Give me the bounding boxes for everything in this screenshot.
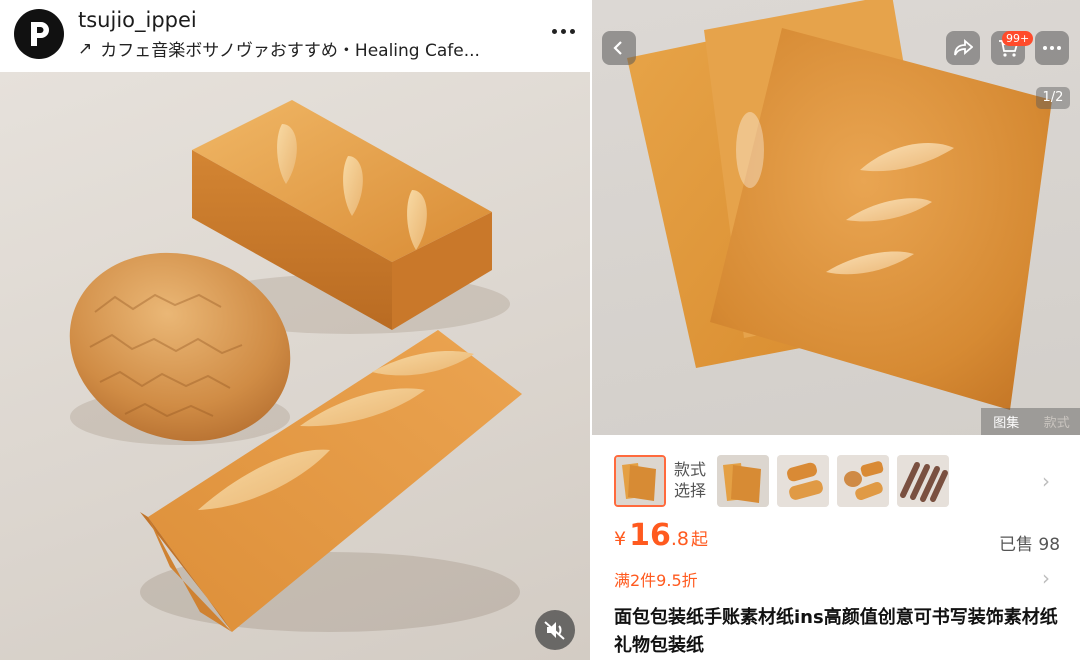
image-page-indicator: 1/2 [1036,87,1070,109]
dot-icon [1050,46,1054,50]
bread-wrapped-gifts-image [69,100,522,632]
share-button[interactable] [946,31,980,65]
style-selector-row[interactable]: 款式选择 › [592,451,1080,513]
price-suffix: 起 [690,530,708,550]
style-thumbnail[interactable] [837,455,889,507]
music-row[interactable]: ↗ カフェ音楽ボサノヴァおすすめ・Healing Cafe... [78,36,480,62]
style-thumbnail[interactable] [717,455,769,507]
dot-icon [569,28,575,34]
price-currency: ¥ [614,528,627,550]
price-decimal: .8 [670,528,689,550]
product-title: 面包包装纸手账素材纸ins高颜值创意可书写装饰素材纸礼物包装纸 [614,607,1058,656]
avatar[interactable] [14,9,64,59]
mute-button[interactable] [535,610,575,650]
style-select-label: 款式选择 [674,460,707,500]
share-arrow-icon [954,39,973,56]
social-post-panel: tsujio_ippei ↗ カフェ音楽ボサノヴァおすすめ・Healing Ca… [0,0,590,660]
chevron-right-icon[interactable]: › [1042,566,1050,590]
bread-trio-thumbnail [837,455,889,507]
bread-pair-thumbnail [777,455,829,507]
style-thumbnail-selected[interactable] [614,455,666,507]
sold-count: 已售 98 [999,535,1061,555]
chevron-right-icon[interactable]: › [1042,469,1050,493]
gallery-tabs: 图集 款式 [981,408,1080,435]
dot-icon [1057,46,1061,50]
paper-sheets-thumbnail [616,457,664,505]
more-options-button[interactable] [1035,31,1069,65]
promotion-label[interactable]: 满2件9.5折 [614,567,698,591]
dot-icon [560,28,566,34]
dot-icon [1043,46,1047,50]
music-title: カフェ音楽ボサノヴァおすすめ・Healing Cafe... [100,41,480,61]
speaker-muted-icon [544,621,565,640]
post-header: tsujio_ippei ↗ カフェ音楽ボサノヴァおすすめ・Healing Ca… [0,0,590,72]
product-page-panel: 99+ 1/2 图集 款式 款式选择 › ¥ 16 .8 起 已售 98 满2件… [590,0,1080,660]
product-image-carousel[interactable]: 99+ 1/2 图集 款式 [592,0,1080,435]
twisted-bread-thumbnail [897,455,949,507]
username[interactable]: tsujio_ippei [78,8,197,32]
tab-gallery[interactable]: 图集 [993,412,1019,431]
chevron-left-icon [613,41,622,55]
wrapping-paper-sheets-image [627,0,1052,410]
cart-count-badge: 99+ [1002,31,1034,46]
style-thumbnail[interactable] [777,455,829,507]
arrow-up-right-icon: ↗ [78,38,93,59]
profile-logo-icon [31,22,49,46]
style-thumbnail[interactable] [897,455,949,507]
dot-icon [551,28,557,34]
back-button[interactable] [602,31,636,65]
price-integer: 16 [629,518,671,553]
tab-style[interactable]: 款式 [1044,412,1070,431]
price: ¥ 16 .8 起 [614,518,708,558]
paper-sheets-thumbnail [717,455,769,507]
post-media[interactable] [0,72,590,660]
more-options-button[interactable] [548,21,578,41]
